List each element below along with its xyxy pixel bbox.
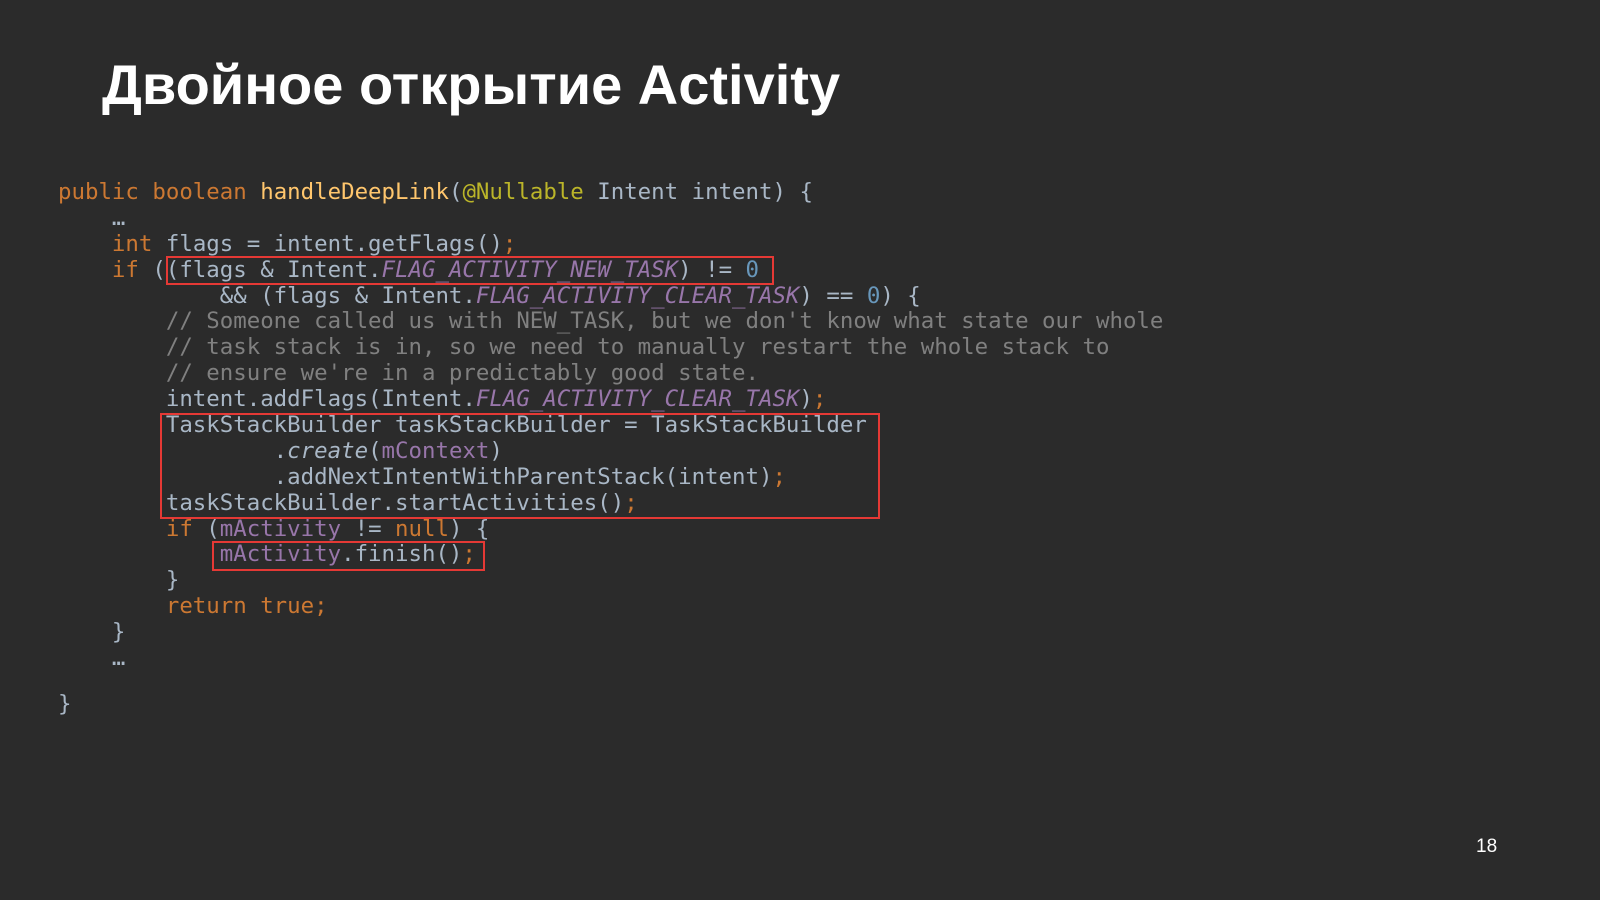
code-token: ) { — [880, 282, 921, 309]
code-line-19: … — [58, 645, 1163, 672]
code-comment: // Someone called us with NEW_TASK, but … — [58, 308, 1164, 335]
code-gap — [58, 672, 1163, 692]
code-comment: // task stack is in, so we need to manua… — [58, 334, 1110, 361]
highlight-box-task-stack-builder — [160, 413, 880, 519]
code-line-16: } — [58, 567, 1163, 594]
code-line-7: // task stack is in, so we need to manua… — [58, 334, 1163, 361]
code-token: } — [58, 690, 72, 717]
code-token: null — [395, 515, 449, 542]
code-line-1: public boolean handleDeepLink(@Nullable … — [58, 179, 1163, 206]
code-token: != — [341, 515, 396, 542]
code-token: ; — [314, 593, 328, 620]
highlight-box-activity-finish — [212, 541, 485, 571]
code-line-17: return true; — [58, 593, 1163, 620]
code-token: return true — [165, 593, 315, 620]
code-line-6: // Someone called us with NEW_TASK, but … — [58, 308, 1164, 335]
code-token: FLAG_ACTIVITY_CLEAR_TASK — [475, 386, 800, 413]
code-token: public boolean — [58, 179, 261, 205]
code-line-18: } — [58, 619, 1163, 646]
highlight-box-new-task-check — [166, 256, 774, 285]
code-line-5: && (flags & Intent.FLAG_ACTIVITY_CLEAR_T… — [58, 282, 1163, 310]
code-token: 0 — [866, 282, 881, 309]
code-comment: // ensure we're in a predictably good st… — [58, 360, 759, 387]
slide-title: Двойное открытие Activity — [102, 53, 841, 116]
code-token: intent.addFlags(Intent. — [58, 386, 476, 413]
code-line-8: // ensure we're in a predictably good st… — [58, 360, 1163, 387]
code-token: handleDeepLink — [260, 179, 449, 205]
code-token: ( — [448, 179, 463, 205]
code-line-3: int flags = intent.getFlags(); — [58, 230, 1163, 258]
slide: Двойное открытие Activity public boolean… — [0, 0, 1600, 900]
code-token: ) — [799, 386, 813, 413]
code-token: mActivity — [219, 515, 342, 542]
code-line-20: } — [58, 690, 1163, 718]
code-line-9: intent.addFlags(Intent.FLAG_ACTIVITY_CLE… — [58, 386, 1163, 413]
code-token: ) { — [448, 515, 490, 542]
code-token: ; — [812, 386, 827, 413]
page-number: 18 — [1476, 836, 1498, 857]
code-line-2: … — [58, 204, 1163, 232]
code-token: } — [58, 619, 126, 646]
code-token: ; — [502, 230, 517, 257]
code-token: if — [111, 256, 139, 283]
code-token: if — [165, 515, 193, 542]
code-token: … — [58, 645, 126, 672]
code-token: Intent intent) { — [583, 179, 813, 205]
code-token: int — [111, 230, 153, 257]
code-token: @Nullable — [462, 179, 584, 205]
code-token: && (flags & Intent. — [58, 282, 476, 309]
code-line-14: if (mActivity != null) { — [58, 515, 1163, 543]
code-token: ( — [192, 515, 220, 542]
code-token: flags = intent.getFlags() — [152, 230, 503, 257]
code-token: FLAG_ACTIVITY_CLEAR_TASK — [475, 282, 800, 309]
code-token: ) == — [799, 282, 867, 309]
code-token: } — [58, 567, 180, 594]
code-token: … — [58, 204, 126, 231]
